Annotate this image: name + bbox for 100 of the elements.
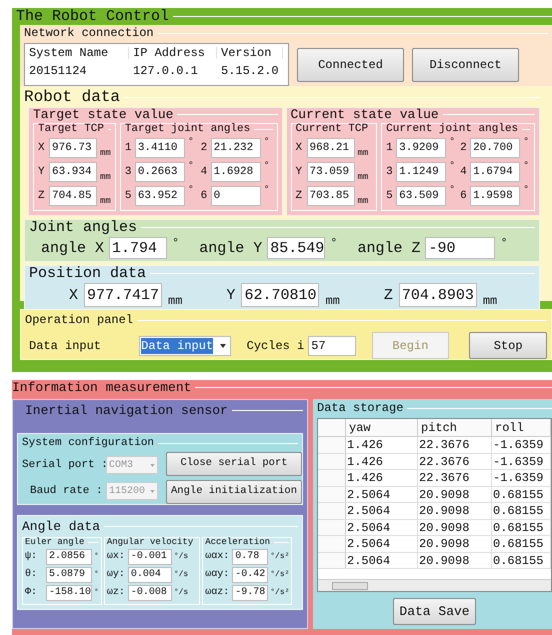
axis-label: ωαx:: [205, 552, 230, 562]
panel-title: Data storage: [317, 402, 404, 414]
axis-label: ψ:: [25, 552, 38, 562]
value-field[interactable]: 1.9598: [470, 186, 520, 206]
value-field[interactable]: 704.85: [49, 186, 97, 206]
degree-label: °: [449, 162, 456, 172]
joint-number: 2: [460, 142, 468, 154]
value-field[interactable]: -0.001: [128, 549, 172, 565]
degree-label: °: [500, 237, 508, 249]
axis-label: X: [296, 142, 304, 154]
axis-label: Z: [296, 190, 304, 202]
value-field[interactable]: -0.42: [232, 567, 268, 583]
table-cell-text: 5.15.2.0: [220, 65, 280, 77]
panel-title: Target state value: [33, 108, 174, 121]
axis-label: X: [38, 142, 46, 154]
degree-label: °: [264, 138, 270, 148]
column-header: pitch: [418, 419, 492, 436]
degree-label: °: [449, 138, 456, 148]
value-field[interactable]: -158.10: [46, 585, 92, 601]
degree-label: °: [188, 186, 194, 196]
unit-label: mm: [482, 295, 498, 307]
section-title: Information measurement: [12, 380, 192, 395]
table-cell: 0.68155: [492, 552, 551, 568]
value-field[interactable]: -9.78: [232, 585, 268, 601]
unit-label: mm: [358, 173, 368, 182]
value-field[interactable]: -0.008: [128, 585, 172, 601]
value-field[interactable]: 85.549: [267, 237, 326, 259]
axis-label: Y: [38, 166, 46, 178]
column-header: roll: [492, 419, 551, 436]
value-field[interactable]: 63.509: [396, 186, 446, 206]
table-cell: -1.6359: [492, 470, 551, 486]
value-field[interactable]: 1.794: [109, 237, 168, 259]
section-title: Robot data: [24, 89, 120, 105]
close-port-button[interactable]: Close serial port: [166, 452, 302, 476]
value-field[interactable]: 0.2663: [134, 162, 185, 182]
connected-button[interactable]: Connected: [297, 48, 404, 82]
row-header[interactable]: [318, 437, 346, 452]
axis-label: ωαz:: [205, 588, 230, 598]
degree-label: °: [523, 186, 530, 196]
value-field[interactable]: 3.4110: [134, 138, 185, 158]
value-field[interactable]: 63.934: [49, 162, 97, 182]
column-header: yaw: [346, 419, 418, 436]
table-cell: 22.3676: [418, 437, 492, 452]
field-label: Serial port :: [22, 460, 106, 470]
value-field[interactable]: 1.6794: [470, 162, 520, 182]
row-header[interactable]: [318, 454, 346, 469]
value-field[interactable]: 0: [210, 186, 261, 206]
value-field[interactable]: 3.9209: [396, 138, 446, 158]
value-field[interactable]: 976.73: [49, 138, 97, 158]
unit-label: °/s²: [270, 571, 290, 579]
panel-title: Inertial navigation sensor: [24, 404, 228, 417]
row-header[interactable]: [318, 536, 346, 552]
axis-label: ωαy:: [205, 570, 230, 580]
table-cell: -1.6359: [492, 437, 551, 452]
table-cell: 20.9098: [418, 536, 492, 552]
value-field[interactable]: 704.8903: [398, 283, 477, 307]
row-header[interactable]: [318, 552, 346, 568]
joint-number: 6: [200, 190, 208, 202]
value-field[interactable]: 0.004: [128, 567, 172, 583]
group-title: System configuration: [22, 438, 154, 449]
data-input-dropdown[interactable]: Data input: [139, 336, 231, 356]
cycles-field[interactable]: 57: [308, 336, 356, 356]
value-field[interactable]: 977.7417: [84, 283, 162, 307]
group-title: Acceleration: [205, 538, 270, 547]
value-field[interactable]: 2.0856: [46, 549, 92, 565]
value-field[interactable]: 21.232: [210, 138, 261, 158]
value-field[interactable]: 0.78: [232, 549, 268, 565]
value-field[interactable]: -90: [425, 237, 496, 259]
unit-label: mm: [358, 149, 368, 158]
row-header[interactable]: [318, 486, 346, 502]
table-cell: 20.9098: [418, 552, 492, 568]
stop-button[interactable]: Stop: [469, 332, 547, 359]
value-field[interactable]: 703.85: [306, 186, 354, 206]
row-header[interactable]: [318, 520, 346, 535]
row-header[interactable]: [318, 503, 346, 518]
degree-label: °: [188, 138, 194, 148]
value-field[interactable]: 1.6928: [210, 162, 261, 182]
value-field[interactable]: 63.952: [134, 186, 185, 206]
angle-init-button[interactable]: Angle initialization: [166, 480, 302, 504]
degree-label: °: [523, 138, 530, 148]
section-title: Network connection: [24, 27, 154, 39]
disconnect-button[interactable]: Disconnect: [412, 48, 519, 82]
horizontal-scrollbar[interactable]: [318, 579, 551, 591]
joint-number: 3: [124, 166, 132, 178]
joint-number: 5: [124, 190, 132, 202]
value-field[interactable]: 968.21: [306, 138, 354, 158]
value-field[interactable]: 62.70810: [241, 283, 320, 307]
axis-label: Y: [296, 166, 304, 178]
value-field[interactable]: 73.059: [306, 162, 354, 182]
group-title: Target joint angles: [124, 124, 250, 135]
value-field[interactable]: 20.700: [470, 138, 520, 158]
joint-number: 5: [386, 190, 394, 202]
joint-number: 4: [200, 166, 208, 178]
axis-label: Z: [384, 288, 393, 302]
panel-title: Joint angles: [29, 220, 138, 235]
value-field[interactable]: 5.0879: [46, 567, 92, 583]
data-save-button[interactable]: Data Save: [393, 598, 476, 625]
value-field[interactable]: 1.1249: [396, 162, 446, 182]
row-header[interactable]: [318, 470, 346, 486]
unit-label: °/s²: [270, 589, 290, 597]
